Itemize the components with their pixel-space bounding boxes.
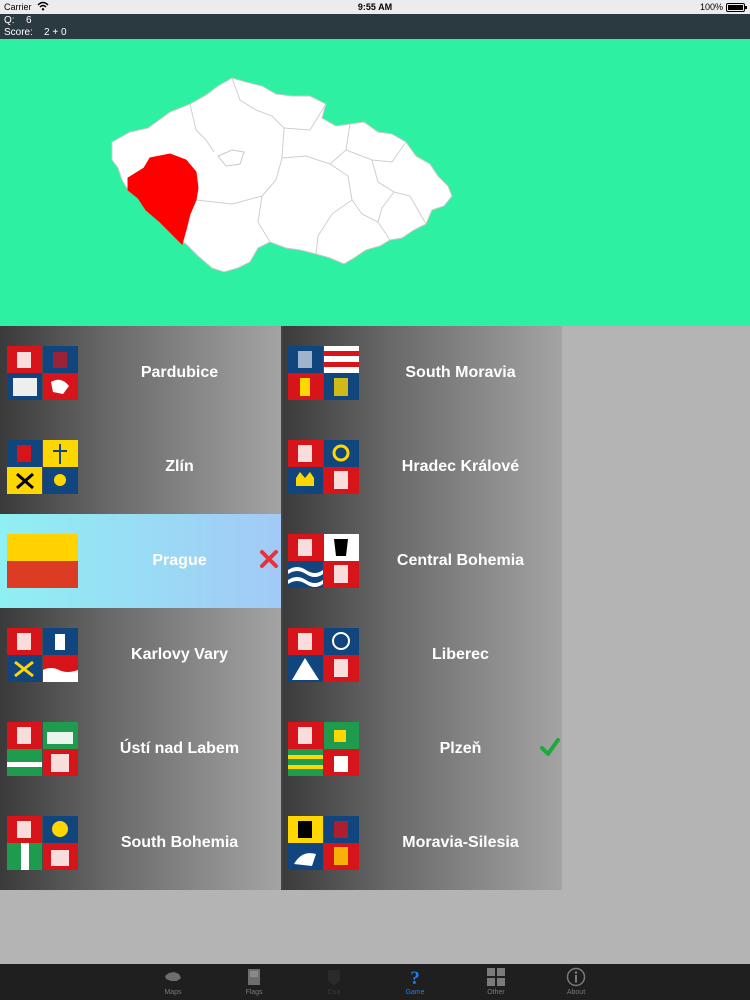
answer-label: Ústí nad Labem: [119, 740, 240, 757]
status-bar: Carrier 9:55 AM 100%: [0, 0, 750, 14]
answer-liberec[interactable]: Liberec: [281, 608, 562, 702]
answer-central-bohemia[interactable]: Central Bohemia: [281, 514, 562, 608]
svg-text:?: ?: [410, 968, 420, 987]
answer-south-bohemia[interactable]: South Bohemia: [0, 796, 281, 890]
tab-bar: Maps Flags Coa ? Game Other About: [0, 964, 750, 1000]
coat-of-arms-icon: [328, 970, 340, 985]
status-time: 9:55 AM: [357, 2, 393, 12]
answer-label: Plzeň: [439, 740, 482, 757]
answer-label: Pardubice: [140, 364, 219, 381]
answer-label: South Bohemia: [120, 834, 239, 851]
answer-label: Karlovy Vary: [131, 646, 228, 663]
column-divider: [281, 326, 283, 889]
flag-central-bohemia: [288, 534, 359, 588]
answer-moravia-silesia[interactable]: Moravia-Silesia: [281, 796, 562, 890]
battery-percent: 100%: [699, 2, 723, 12]
score-label: Score:: [4, 27, 33, 38]
czech-regions-map: [111, 77, 453, 273]
flag-pardubice: [7, 346, 78, 400]
flag-moravia-silesia: [288, 816, 359, 870]
answer-label: Central Bohemia: [396, 552, 525, 569]
answer-plzen[interactable]: Plzeň: [281, 702, 562, 796]
tab-other[interactable]: Other: [461, 964, 531, 1000]
wrong-mark-icon: [260, 550, 278, 568]
tab-label: Other: [487, 989, 505, 996]
tab-label: Maps: [164, 989, 182, 996]
answer-label: Zlín: [165, 458, 194, 475]
answer-label: Moravia-Silesia: [402, 834, 519, 851]
flag-plzen: [288, 722, 359, 776]
answer-label: South Moravia: [405, 364, 516, 381]
correct-mark-icon: [540, 738, 560, 756]
info-icon: [566, 967, 586, 987]
map-icon: [165, 972, 181, 981]
flag-karlovy-vary: [7, 628, 78, 682]
answer-hradec-kralove[interactable]: Hradec Králové: [281, 420, 562, 514]
tab-label: Flags: [245, 989, 263, 996]
answer-zlin[interactable]: Zlín: [0, 420, 281, 514]
tab-label: Coa: [327, 989, 341, 996]
answer-karlovy-vary[interactable]: Karlovy Vary: [0, 608, 281, 702]
answer-label: Liberec: [432, 646, 489, 663]
answer-usti-nad-labem[interactable]: Ústí nad Labem: [0, 702, 281, 796]
tab-label: About: [566, 989, 586, 996]
grid-icon: [487, 968, 505, 986]
tab-label: Game: [405, 989, 425, 996]
flag-icon: [248, 969, 260, 985]
flag-liberec: [288, 628, 359, 682]
answer-south-moravia[interactable]: South Moravia: [281, 326, 562, 420]
tab-maps[interactable]: Maps: [138, 964, 208, 1000]
answer-pardubice[interactable]: Pardubice: [0, 326, 281, 420]
answer-prague[interactable]: Prague: [0, 514, 281, 608]
question-number: 6: [26, 15, 32, 26]
tab-coa[interactable]: Coa: [299, 964, 369, 1000]
battery-icon: [726, 3, 747, 12]
answer-label: Prague: [152, 552, 207, 569]
tab-flags[interactable]: Flags: [219, 964, 289, 1000]
answer-label: Hradec Králové: [401, 458, 520, 475]
flag-zlin: [7, 440, 78, 494]
question-label: Q:: [4, 15, 15, 26]
quiz-info-bar: Q: 6 Score: 2 + 0: [0, 14, 750, 39]
question-icon: ?: [410, 968, 420, 987]
flag-usti-nad-labem: [7, 722, 78, 776]
flag-south-bohemia: [7, 816, 78, 870]
tab-game[interactable]: ? Game: [380, 964, 450, 1000]
flag-hradec-kralove: [288, 440, 359, 494]
map-panel: [0, 39, 750, 326]
answer-grid: Pardubice Zlín Prague Karlovy Vary Ústí …: [0, 326, 562, 890]
flag-south-moravia: [288, 346, 359, 400]
tab-about[interactable]: About: [541, 964, 611, 1000]
flag-prague: [7, 534, 78, 588]
score-value: 2 + 0: [44, 27, 67, 38]
